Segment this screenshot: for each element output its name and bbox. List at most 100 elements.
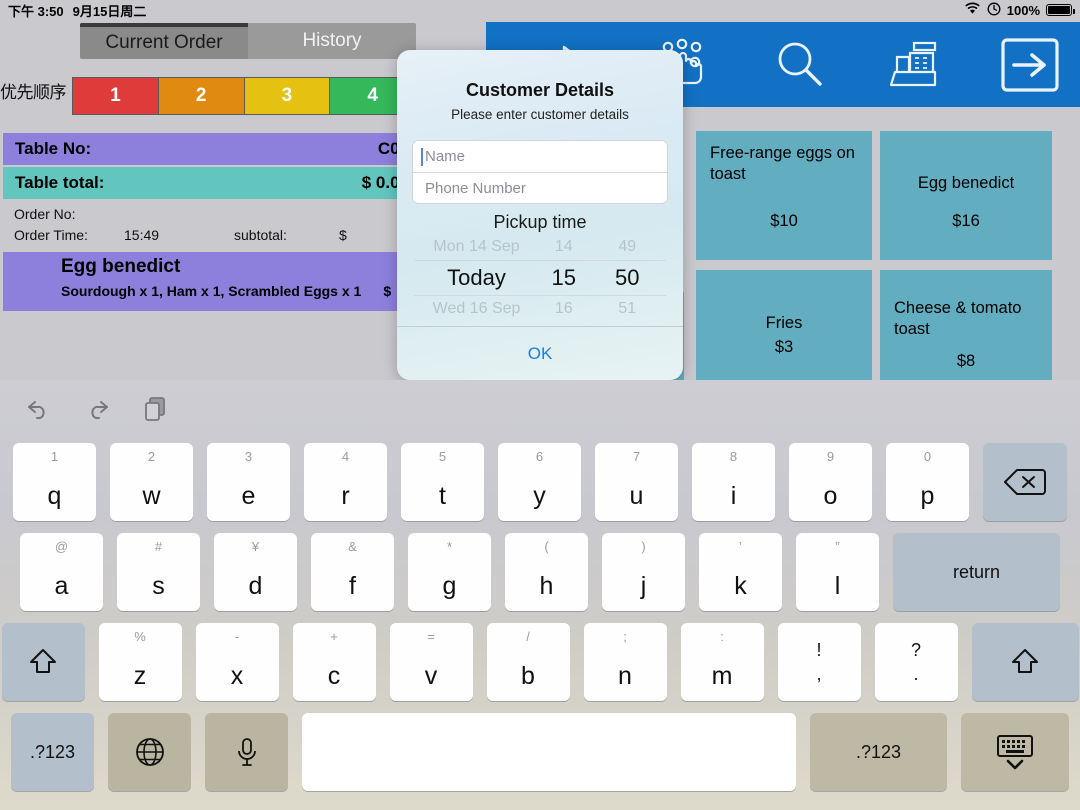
globe-icon (134, 736, 166, 768)
key-u[interactable]: 7u (595, 443, 678, 521)
key-exclamation-comma[interactable]: !, (777, 623, 861, 701)
key-g[interactable]: * g (408, 533, 491, 611)
key-d[interactable]: ¥ d (214, 533, 297, 611)
key-m[interactable]: :m (680, 623, 764, 701)
microphone-icon (234, 736, 260, 768)
key-l[interactable]: ” l (796, 533, 879, 611)
key-b[interactable]: / b (486, 623, 570, 701)
key-i[interactable]: 8i (692, 443, 775, 521)
key-s[interactable]: # s (117, 533, 200, 611)
key-h[interactable]: (h (505, 533, 588, 611)
status-right: 100% (964, 2, 1075, 19)
key-e[interactable]: 3e (207, 443, 290, 521)
shift-icon-right (1009, 646, 1041, 678)
key-t[interactable]: 5t (401, 443, 484, 521)
key-e-label: e (241, 482, 256, 510)
key-v-label: v (424, 662, 438, 690)
paste-icon[interactable] (138, 392, 172, 426)
key-l-secondary: ” (835, 539, 840, 554)
status-bar: 下午 3:50 9月15日周二 100% (0, 0, 1080, 20)
microphone-key[interactable] (205, 713, 288, 791)
key-y-label: y (533, 482, 546, 510)
return-key[interactable]: return (893, 533, 1060, 611)
key-f[interactable]: & f (311, 533, 394, 611)
key-z-label: z (133, 662, 147, 690)
key-a-label: a (54, 572, 69, 600)
undo-icon[interactable] (22, 392, 56, 426)
key-a[interactable]: @ a (20, 533, 103, 611)
globe-key[interactable] (108, 713, 191, 791)
key-p[interactable]: 0p (886, 443, 969, 521)
picker-next-hour: 16 (554, 300, 573, 317)
dialog-footer: OK (397, 326, 683, 380)
key-p-label: p (920, 482, 935, 510)
key-q[interactable]: 1q (13, 443, 96, 521)
backspace-key[interactable] (983, 443, 1067, 521)
key-x-label: x (230, 662, 244, 690)
key-c-label: c (327, 662, 341, 690)
key-j-label: j (640, 572, 647, 600)
hide-keyboard-icon (993, 734, 1037, 770)
picker-row-previous[interactable]: Mon 14 Sep 14 49 (397, 233, 683, 261)
key-k[interactable]: ’ k (699, 533, 782, 611)
key-b-label: b (521, 662, 535, 690)
key-v[interactable]: = v (389, 623, 473, 701)
picker-selected-minute: 50 (615, 265, 640, 290)
key-v-secondary: = (427, 629, 435, 644)
phone-field[interactable]: Phone Number (413, 172, 667, 203)
key-e-secondary: 3 (244, 449, 253, 464)
phone-field-placeholder: Phone Number (425, 179, 526, 197)
key-f-secondary: & (348, 539, 357, 554)
key-j[interactable]: ) j (602, 533, 685, 611)
numeric-key-right[interactable]: .?123 (810, 713, 947, 791)
key-w-label: w (142, 482, 161, 510)
key-x[interactable]: -x (195, 623, 279, 701)
key-r[interactable]: 4r (304, 443, 387, 521)
dialog-fields: Name Phone Number (412, 140, 668, 204)
numeric-key-left[interactable]: .?123 (11, 713, 94, 791)
pickup-time-picker[interactable]: Mon 14 Sep 14 49 Today 15 50 Wed 16 Sep … (397, 233, 683, 321)
key-comma-label: , (816, 663, 822, 684)
picker-row-next[interactable]: Wed 16 Sep 16 51 (397, 295, 683, 323)
key-y[interactable]: 6y (498, 443, 581, 521)
name-field[interactable]: Name (413, 141, 667, 172)
dialog-title: Customer Details (465, 80, 615, 100)
key-exclamation-label: ! (816, 639, 822, 660)
modal-overlay: Customer Details Please enter customer d… (0, 20, 1080, 400)
on-screen-keyboard: 1q 2w 3e 4r 5t 6y 7u 8i 9o 0p @ a # s ¥ d &… (0, 380, 1080, 810)
space-key[interactable] (302, 713, 796, 791)
shift-key-right[interactable] (971, 623, 1079, 701)
keyboard-toolbar (0, 380, 1080, 438)
ok-button[interactable]: OK (528, 344, 553, 364)
hide-keyboard-key[interactable] (961, 713, 1069, 791)
key-u-label: u (629, 482, 644, 510)
picker-row-selected[interactable]: Today 15 50 (397, 261, 683, 295)
status-time: 下午 3:50 (8, 3, 64, 19)
key-d-secondary: ¥ (251, 539, 260, 554)
key-i-label: i (730, 482, 737, 510)
picker-selected-hour: 15 (551, 265, 577, 290)
keyboard-row-4: .?123 .?123 (0, 713, 1080, 791)
keyboard-row-1: 1q 2w 3e 4r 5t 6y 7u 8i 9o 0p (0, 443, 1080, 521)
key-o-secondary: 9 (826, 449, 835, 464)
shift-key-left[interactable] (1, 623, 85, 701)
key-q-label: q (47, 482, 62, 510)
key-c[interactable]: + c (292, 623, 376, 701)
key-l-label: l (834, 572, 841, 600)
key-n[interactable]: ; n (583, 623, 667, 701)
key-a-secondary: @ (54, 539, 69, 554)
key-k-secondary: ’ (739, 539, 742, 554)
battery-percent: 100% (1006, 2, 1040, 18)
key-question-period[interactable]: ?. (874, 623, 958, 701)
key-w-secondary: 2 (147, 449, 156, 464)
status-date: 9月15日周二 (72, 3, 147, 19)
status-left: 下午 3:50 9月15日周二 (8, 1, 146, 20)
key-z[interactable]: % z (98, 623, 182, 701)
key-y-secondary: 6 (535, 449, 544, 464)
key-o[interactable]: 9o (789, 443, 872, 521)
pos-app: Current Order History 优先顺序 1 2 3 4 Table… (0, 20, 1080, 402)
key-w[interactable]: 2w (110, 443, 193, 521)
key-question-label: ? (910, 639, 921, 660)
redo-icon[interactable] (80, 392, 114, 426)
picker-prev-minute: 49 (618, 238, 637, 255)
